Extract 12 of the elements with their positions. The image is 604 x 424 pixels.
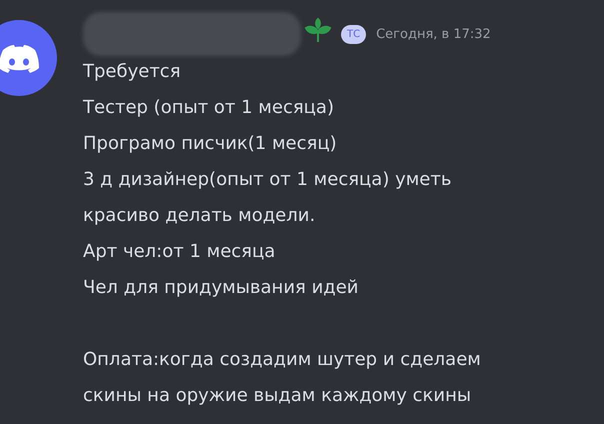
- message-line: скины на оружие выдам каждому скины: [83, 384, 472, 408]
- message-line: 3 д дизайнер(опыт от 1 месяца) уметь: [83, 168, 452, 192]
- message-line: Оплата:когда создадим шутер и сделаем: [83, 348, 482, 372]
- message-line: красиво делать модели.: [83, 204, 316, 228]
- message-line: Чел для придумывания идей: [83, 276, 360, 300]
- message-line: Требуется: [83, 60, 182, 84]
- message-timestamp: Сегодня, в 17:32: [376, 26, 491, 42]
- message-line: Програмо писчик(1 месяц): [83, 132, 338, 156]
- message-line: Арт чел:от 1 месяца: [83, 240, 276, 264]
- message-line: Тестер (опыт от 1 месяца): [83, 96, 335, 120]
- role-tag: ТС: [341, 24, 366, 44]
- avatar-icon[interactable]: [0, 20, 57, 96]
